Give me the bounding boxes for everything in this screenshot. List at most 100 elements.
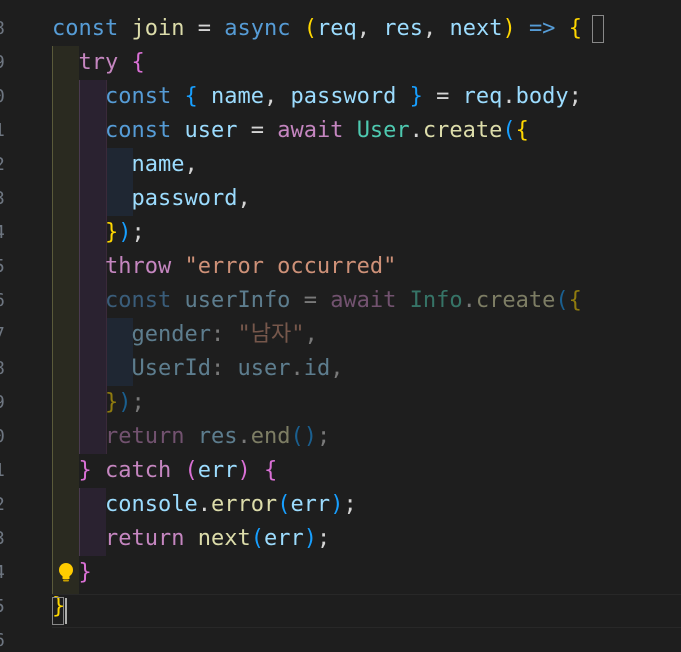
- code-token: ;: [316, 424, 331, 449]
- code-line-unreachable[interactable]: UserId: user.id,: [52, 352, 343, 386]
- code-token: }: [78, 458, 92, 483]
- code-token: res: [197, 424, 238, 449]
- code-token: .: [197, 492, 211, 517]
- code-token: (): [290, 424, 317, 449]
- code-token: UserId: [131, 356, 211, 381]
- code-line[interactable]: return next(err);: [52, 522, 330, 556]
- code-token: ): [118, 220, 132, 245]
- code-line[interactable]: console.error(err);: [52, 488, 357, 522]
- code-token: const: [52, 16, 119, 41]
- code-line[interactable]: throw "error occurred": [52, 250, 396, 284]
- code-token: (: [184, 458, 198, 483]
- code-token: =: [197, 16, 211, 41]
- code-token: ,: [263, 84, 278, 109]
- code-token: (: [502, 118, 516, 143]
- code-line[interactable]: const user = await User.create({: [52, 114, 529, 148]
- code-token: err: [263, 526, 304, 551]
- line-number: 8: [0, 12, 8, 46]
- code-line-unreachable[interactable]: return res.end();: [52, 420, 330, 454]
- code-token: ;: [131, 390, 145, 415]
- code-token: throw: [104, 254, 172, 279]
- code-token: {: [184, 84, 198, 109]
- code-token: await: [330, 288, 397, 313]
- code-token: ,: [330, 356, 344, 381]
- code-token: join: [131, 16, 185, 41]
- line-number: 3: [0, 522, 8, 556]
- code-token: :: [210, 322, 225, 347]
- code-line[interactable]: } catch (err) {: [52, 454, 278, 488]
- code-token: ;: [343, 492, 357, 517]
- code-token: {: [568, 288, 582, 313]
- code-token: "error occurred": [184, 254, 397, 279]
- code-line-unreachable[interactable]: gender: "남자",: [52, 318, 318, 352]
- code-token: =: [303, 288, 317, 313]
- code-token: password: [290, 84, 397, 109]
- code-token: "남자": [237, 322, 305, 347]
- current-line-highlight: [52, 594, 681, 628]
- code-token: ,: [184, 152, 198, 177]
- code-line[interactable]: password,: [52, 182, 251, 216]
- lightbulb-icon[interactable]: [56, 562, 76, 584]
- code-line-unreachable[interactable]: });: [52, 386, 145, 420]
- code-token: gender: [131, 322, 211, 347]
- code-token: ,: [237, 186, 251, 211]
- code-token: user: [184, 118, 238, 143]
- code-line[interactable]: const join = async (req, res, next) => {: [52, 12, 582, 46]
- line-number: 1: [0, 454, 8, 488]
- code-token: {: [568, 16, 582, 41]
- line-number: 1: [0, 114, 8, 148]
- code-token: const: [104, 288, 172, 313]
- code-token: const: [104, 118, 172, 143]
- code-token: await: [277, 118, 344, 143]
- code-token: }: [78, 560, 92, 585]
- code-token: return: [104, 526, 185, 551]
- code-token: req: [462, 84, 503, 109]
- bracket-match-highlight: [52, 597, 64, 625]
- code-token: name: [131, 152, 185, 177]
- text-cursor: [65, 598, 67, 624]
- code-token: err: [290, 492, 331, 517]
- code-token: .: [502, 84, 516, 109]
- code-token: const: [104, 84, 172, 109]
- line-number: 5: [0, 590, 8, 624]
- line-number: 8: [0, 352, 8, 386]
- code-token: ): [237, 458, 251, 483]
- code-token: password: [131, 186, 238, 211]
- code-token: =: [250, 118, 264, 143]
- code-token: }: [104, 390, 119, 415]
- code-token: Info: [409, 288, 463, 313]
- line-number: 0: [0, 80, 8, 114]
- code-token: ,: [304, 322, 318, 347]
- code-token: create: [475, 288, 556, 313]
- line-number: 2: [0, 488, 8, 522]
- code-token: error: [210, 492, 278, 517]
- code-token: create: [422, 118, 503, 143]
- code-token: id: [303, 356, 331, 381]
- code-token: ;: [131, 220, 145, 245]
- code-token: (: [277, 492, 291, 517]
- code-line[interactable]: const { name, password } = req.body;: [52, 80, 582, 114]
- code-token: next: [197, 526, 251, 551]
- line-number: 6: [0, 624, 8, 652]
- code-line[interactable]: name,: [52, 148, 198, 182]
- code-token: .: [237, 424, 251, 449]
- code-token: }: [409, 84, 423, 109]
- line-number: 7: [0, 318, 8, 352]
- code-token: ,: [356, 16, 370, 41]
- code-token: =: [436, 84, 450, 109]
- code-token: async: [224, 16, 291, 41]
- code-line[interactable]: });: [52, 216, 145, 250]
- code-line-unreachable[interactable]: const userInfo = await Info.create({: [52, 284, 582, 318]
- code-token: }: [104, 220, 119, 245]
- code-token: body: [515, 84, 569, 109]
- code-line[interactable]: try {: [52, 46, 145, 80]
- code-token: (: [555, 288, 569, 313]
- line-number: 0: [0, 420, 8, 454]
- code-token: .: [462, 288, 476, 313]
- code-token: ): [303, 526, 317, 551]
- line-number: 5: [0, 250, 8, 284]
- code-token: ;: [568, 84, 582, 109]
- line-number: 4: [0, 216, 8, 250]
- code-token: :: [210, 356, 225, 381]
- line-number: 3: [0, 182, 8, 216]
